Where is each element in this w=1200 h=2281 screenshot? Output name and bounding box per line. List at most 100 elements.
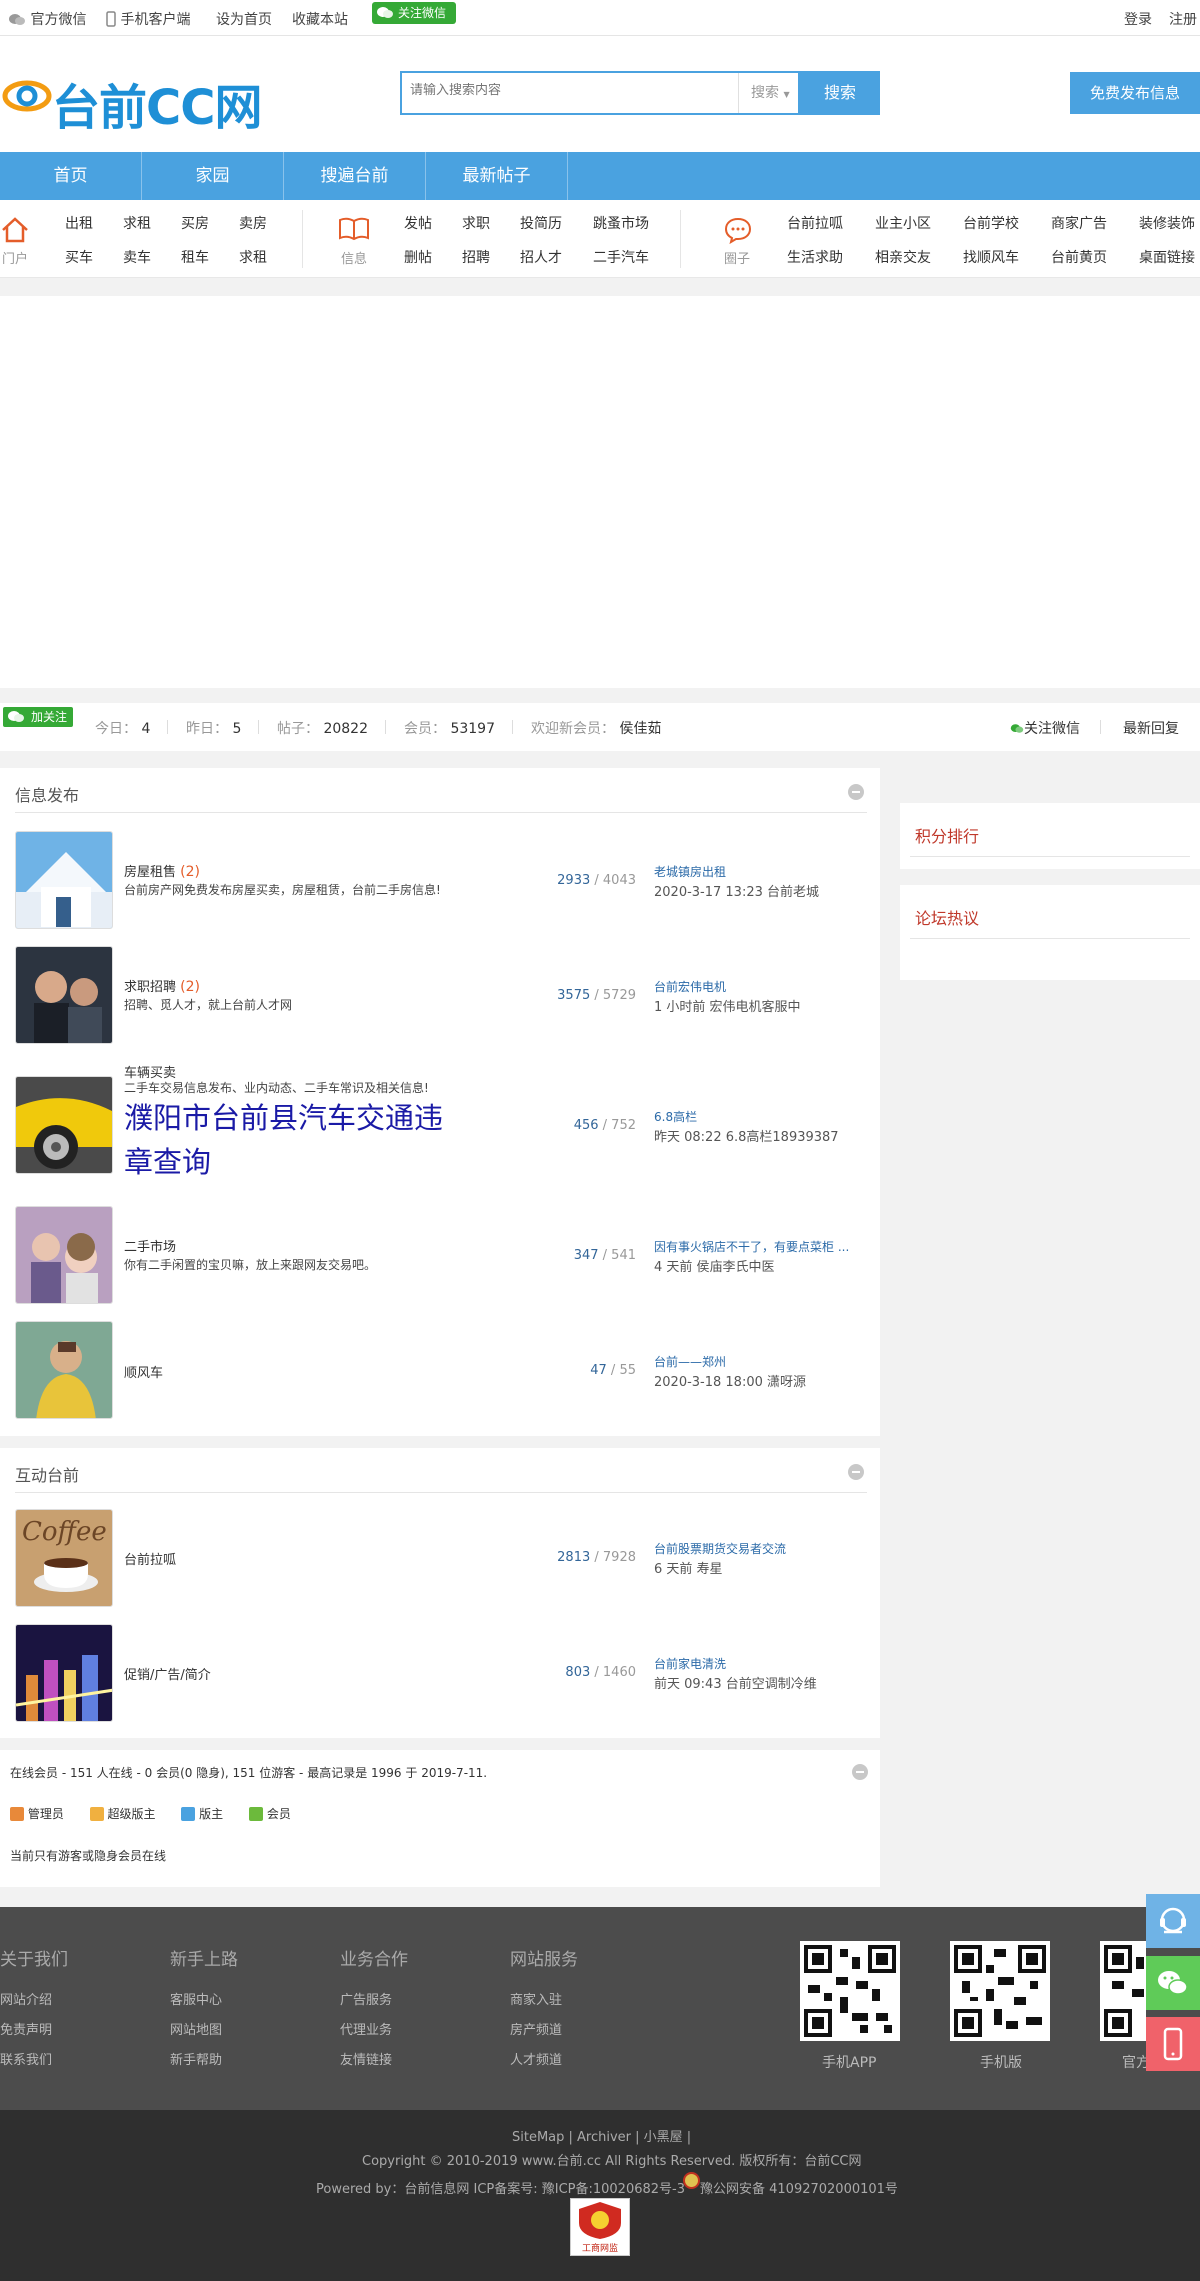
footer-link[interactable]: 广告服务: [340, 1989, 392, 2008]
set-home-link[interactable]: 设为首页: [216, 9, 272, 29]
forum-name[interactable]: 促销/广告/简介: [124, 1664, 211, 1683]
last-post-title[interactable]: 台前——郑州: [654, 1353, 854, 1370]
forum-name[interactable]: 房屋租售 (2): [124, 861, 200, 880]
portal-link-rent-out[interactable]: 出租: [65, 213, 93, 233]
nav-home[interactable]: 首页: [0, 152, 142, 200]
last-post-title[interactable]: 台前家电清洗: [654, 1655, 854, 1672]
qr-code-mobile: [950, 1941, 1050, 2041]
forum-thumbnail-coffee[interactable]: Coffee: [15, 1509, 113, 1607]
latest-reply-link[interactable]: 最新回复: [1123, 718, 1179, 738]
search-type-select[interactable]: 搜索 ▼: [738, 73, 800, 113]
portal-link-want-rent-2[interactable]: 求租: [239, 247, 267, 267]
forum-name[interactable]: 求职招聘 (2): [124, 976, 200, 995]
search-button[interactable]: 搜索: [800, 71, 880, 115]
last-post-title[interactable]: 台前宏伟电机: [654, 978, 854, 995]
search-input[interactable]: [410, 83, 730, 98]
collapse-icon[interactable]: [848, 784, 864, 800]
footer-link[interactable]: 友情链接: [340, 2049, 392, 2068]
footer-col-title: 业务合作: [340, 1950, 408, 1970]
footer-link[interactable]: 网站介绍: [0, 1989, 52, 2008]
circle-link-community[interactable]: 业主小区: [875, 213, 931, 233]
nav-home-garden[interactable]: 家园: [142, 152, 284, 200]
last-post-title[interactable]: 6.8高栏: [654, 1108, 854, 1125]
footer-sitemap-links[interactable]: SiteMap | Archiver | 小黑屋 |: [512, 2126, 691, 2145]
circle-link-desktop-link[interactable]: 桌面链接: [1139, 247, 1195, 267]
post-free-button[interactable]: 免费发布信息: [1070, 72, 1200, 114]
forum-thumbnail-market[interactable]: [15, 1206, 113, 1304]
forum-thumbnail-house[interactable]: [15, 831, 113, 929]
last-post-title[interactable]: 因有事火锅店不干了，有要点菜柜 ...: [654, 1238, 854, 1255]
info-link-job-seek[interactable]: 求职: [462, 213, 490, 233]
nav-search-all[interactable]: 搜遍台前: [284, 152, 426, 200]
qr-label-app: 手机APP: [822, 2055, 877, 2071]
forum-thumbnail-jobs[interactable]: [15, 946, 113, 1044]
info-link-hiring[interactable]: 招聘: [462, 247, 490, 267]
circle-link-yellow-pages[interactable]: 台前黄页: [1051, 247, 1107, 267]
portal-link-sell-car[interactable]: 卖车: [123, 247, 151, 267]
follow-button[interactable]: 加关注: [3, 707, 73, 727]
follow-wechat-badge[interactable]: 关注微信: [372, 2, 456, 24]
forum-name[interactable]: 二手市场: [124, 1236, 176, 1255]
footer-link[interactable]: 人才频道: [510, 2049, 562, 2068]
wechat-icon: [8, 711, 24, 722]
collapse-icon[interactable]: [852, 1764, 868, 1780]
register-link[interactable]: 注册: [1169, 9, 1197, 29]
info-link-flea-market[interactable]: 跳蚤市场: [593, 213, 649, 233]
login-link[interactable]: 登录: [1124, 9, 1152, 29]
portal-link-rent-car[interactable]: 租车: [181, 247, 209, 267]
follow-wechat-link[interactable]: 关注微信: [1010, 718, 1080, 738]
info-link-post[interactable]: 发帖: [404, 213, 432, 233]
collapse-icon[interactable]: [848, 1464, 864, 1480]
forum-thumbnail-car[interactable]: [15, 1076, 113, 1174]
circle-link-schools[interactable]: 台前学校: [963, 213, 1019, 233]
points-rank-title[interactable]: 积分排行: [915, 823, 979, 847]
police-record[interactable]: 豫公网安备 41092702000101号: [700, 2178, 898, 2197]
wechat-float-button[interactable]: [1146, 1956, 1200, 2010]
portal-link-buy-car[interactable]: 买车: [65, 247, 93, 267]
footer-link[interactable]: 房产频道: [510, 2019, 562, 2038]
info-link-used-car[interactable]: 二手汽车: [593, 247, 649, 267]
footer-link[interactable]: 联系我们: [0, 2049, 52, 2068]
last-post-meta: 2020-3-18 18:00 潇呀源: [654, 1375, 807, 1390]
portal-link-sell-house[interactable]: 卖房: [239, 213, 267, 233]
forum-name[interactable]: 顺风车: [124, 1362, 163, 1381]
portal-link-buy-house[interactable]: 买房: [181, 213, 209, 233]
circle-link-chat[interactable]: 台前拉呱: [787, 213, 843, 233]
mobile-link[interactable]: 手机客户端: [106, 9, 190, 29]
portal-link-want-rent[interactable]: 求租: [123, 213, 151, 233]
info-link-resume[interactable]: 投简历: [520, 213, 562, 233]
wechat-link[interactable]: 官方微信: [8, 9, 86, 29]
last-post-title[interactable]: 台前股票期货交易者交流: [654, 1540, 854, 1557]
info-link-delete-post[interactable]: 删帖: [404, 247, 432, 267]
circle-link-decoration[interactable]: 装修装饰: [1139, 213, 1195, 233]
favorite-link[interactable]: 收藏本站: [292, 9, 348, 29]
footer-link[interactable]: 新手帮助: [170, 2049, 222, 2068]
business-license-badge[interactable]: 工商网监: [570, 2198, 630, 2256]
forum-thumbnail-rideshare[interactable]: [15, 1321, 113, 1419]
info-link-talent[interactable]: 招人才: [520, 247, 562, 267]
footer-link[interactable]: 商家入驻: [510, 1989, 562, 2008]
online-note: 当前只有游客或隐身会员在线: [10, 1849, 167, 1863]
forum-counts: 2933 / 4043: [557, 873, 636, 888]
ad-link-traffic-query[interactable]: 濮阳市台前县汽车交通违 章查询: [124, 1096, 443, 1184]
circle-link-merchant-ads[interactable]: 商家广告: [1051, 213, 1107, 233]
forum-name[interactable]: 台前拉呱: [124, 1549, 176, 1568]
forum-hot-title[interactable]: 论坛热议: [915, 905, 979, 929]
customer-service-button[interactable]: [1146, 1894, 1200, 1948]
circle-link-help[interactable]: 生活求助: [787, 247, 843, 267]
forum-thumbnail-city-night[interactable]: [15, 1624, 113, 1722]
circle-link-dating[interactable]: 相亲交友: [875, 247, 931, 267]
footer-link[interactable]: 免责声明: [0, 2019, 52, 2038]
footer-link[interactable]: 网站地图: [170, 2019, 222, 2038]
footer-link[interactable]: 客服中心: [170, 1989, 222, 2008]
last-post-title[interactable]: 老城镇房出租: [654, 863, 854, 880]
circle-link-rideshare[interactable]: 找顺风车: [963, 247, 1019, 267]
new-member-link[interactable]: 侯佳茹: [619, 721, 661, 737]
footer-link[interactable]: 代理业务: [340, 2019, 392, 2038]
site-logo[interactable]: 台前CC网: [2, 66, 302, 136]
nav-latest-posts[interactable]: 最新帖子: [426, 152, 568, 200]
mobile-float-button[interactable]: [1146, 2017, 1200, 2071]
divider: [167, 720, 168, 734]
footer-col-title: 新手上路: [170, 1950, 238, 1970]
qr-label-mobile: 手机版: [980, 2055, 1022, 2071]
